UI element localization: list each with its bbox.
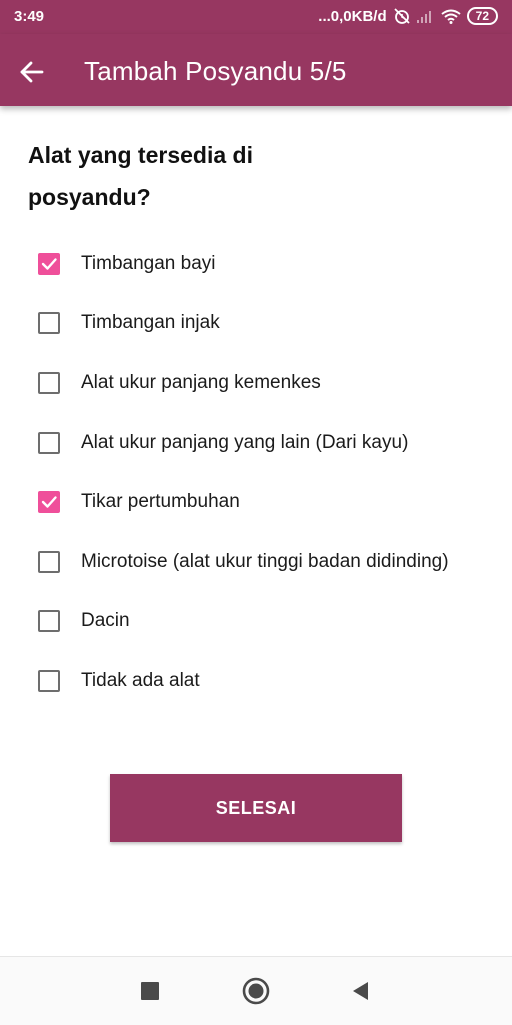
option-label: Timbangan injak bbox=[81, 312, 220, 334]
status-icons: ...0,0KB/d 72 bbox=[318, 7, 498, 25]
option-dacin[interactable]: Dacin bbox=[0, 592, 512, 652]
option-alat-ukur-panjang-kemenkes[interactable]: Alat ukur panjang kemenkes bbox=[0, 353, 512, 413]
check-icon bbox=[41, 258, 57, 270]
back-nav-button[interactable] bbox=[346, 977, 374, 1005]
check-icon bbox=[41, 496, 57, 508]
option-label: Microtoise (alat ukur tinggi badan didin… bbox=[81, 550, 449, 572]
option-label: Alat ukur panjang yang lain (Dari kayu) bbox=[81, 431, 409, 453]
checkbox[interactable] bbox=[38, 312, 60, 335]
options-list: Timbangan bayi Timbangan injak Alat ukur… bbox=[0, 234, 512, 711]
option-label: Timbangan bayi bbox=[81, 252, 216, 274]
option-microtoise[interactable]: Microtoise (alat ukur tinggi badan didin… bbox=[0, 532, 512, 592]
selesai-button[interactable]: SELESAI bbox=[110, 774, 402, 842]
checkbox[interactable] bbox=[38, 610, 60, 633]
home-button[interactable] bbox=[242, 977, 270, 1005]
arrow-left-icon bbox=[20, 61, 44, 83]
question-text: Alat yang tersedia di posyandu? bbox=[28, 142, 253, 210]
page-title: Tambah Posyandu 5/5 bbox=[84, 56, 347, 86]
option-tidak-ada-alat[interactable]: Tidak ada alat bbox=[0, 651, 512, 711]
alarm-off-icon bbox=[393, 7, 411, 25]
option-label: Tidak ada alat bbox=[81, 669, 200, 691]
checkbox[interactable] bbox=[38, 431, 60, 454]
option-timbangan-bayi[interactable]: Timbangan bayi bbox=[0, 234, 512, 294]
option-label: Dacin bbox=[81, 610, 130, 632]
option-tikar-pertumbuhan[interactable]: Tikar pertumbuhan bbox=[0, 472, 512, 532]
status-bar: 3:49 ...0,0KB/d 72 bbox=[0, 0, 512, 34]
checkbox[interactable] bbox=[38, 491, 60, 514]
checkbox[interactable] bbox=[38, 371, 60, 394]
wifi-icon bbox=[441, 9, 461, 24]
option-alat-ukur-panjang-kayu[interactable]: Alat ukur panjang yang lain (Dari kayu) bbox=[0, 413, 512, 473]
signal-icon bbox=[416, 9, 435, 23]
back-triangle-icon bbox=[353, 982, 368, 1000]
option-timbangan-injak[interactable]: Timbangan injak bbox=[0, 294, 512, 354]
recents-button[interactable] bbox=[136, 977, 164, 1005]
app-bar: Tambah Posyandu 5/5 bbox=[0, 34, 512, 106]
checkbox[interactable] bbox=[38, 669, 60, 692]
option-label: Alat ukur panjang kemenkes bbox=[81, 371, 321, 393]
back-button[interactable] bbox=[14, 54, 50, 90]
recents-square-icon bbox=[141, 982, 159, 1000]
system-nav-bar bbox=[0, 956, 512, 1025]
checkbox[interactable] bbox=[38, 550, 60, 573]
option-label: Tikar pertumbuhan bbox=[81, 491, 240, 513]
checkbox[interactable] bbox=[38, 252, 60, 275]
battery-icon: 72 bbox=[466, 7, 498, 25]
status-time: 3:49 bbox=[14, 8, 45, 25]
network-speed: ...0,0KB/d bbox=[318, 7, 387, 25]
home-circle-icon bbox=[242, 977, 270, 1005]
